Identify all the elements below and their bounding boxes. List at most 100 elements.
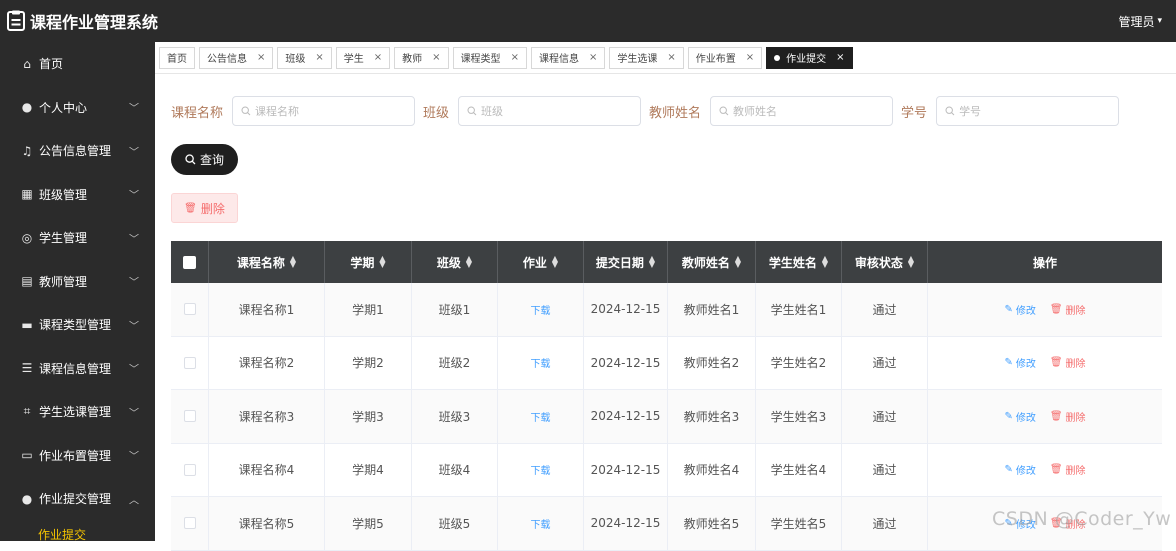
cell-value: 教师姓名2 [683, 356, 740, 371]
select-all-cell [171, 241, 209, 283]
tab-item[interactable]: 班级 × [277, 46, 332, 69]
watermark: CSDN @Coder_Yw [992, 508, 1172, 530]
cell-value: 学期1 [352, 302, 384, 317]
close-icon[interactable]: × [511, 52, 519, 63]
filter-input[interactable]: 班级 [458, 96, 642, 126]
close-icon[interactable]: × [836, 52, 844, 63]
cell-teacher: 教师姓名1 [668, 283, 756, 336]
sidebar-item[interactable]: ▬ 课程类型管理 ﹀ [0, 303, 155, 347]
close-icon[interactable]: × [746, 52, 754, 63]
close-icon[interactable]: × [667, 52, 675, 63]
table-header-cell[interactable]: 学生姓名 ▲ ▼ [756, 241, 842, 283]
delete-button[interactable]: 🗑 删除 [171, 193, 238, 223]
cell-course: 课程名称4 [209, 443, 325, 496]
edit-button[interactable]: ✎ 修改 [1004, 355, 1035, 370]
edit-button[interactable]: ✎ 修改 [1004, 302, 1035, 317]
row-select-cell [171, 283, 209, 336]
sidebar-item[interactable]: ⌂ 首页 [0, 42, 155, 86]
tab-item[interactable]: 公告信息 × [199, 46, 274, 69]
download-link[interactable]: 下载 [531, 355, 551, 370]
active-dot-icon [774, 54, 781, 61]
table-header-cell[interactable]: 学期 ▲ ▼ [325, 241, 412, 283]
row-delete-button[interactable]: 🗑 删除 [1050, 409, 1086, 424]
chevron-down-icon: ﹀ [129, 277, 139, 289]
table-header-cell[interactable]: 审核状态 ▲ ▼ [842, 241, 928, 283]
cell-class: 班级1 [412, 283, 498, 336]
edit-button[interactable]: ✎ 修改 [1004, 409, 1035, 424]
close-icon[interactable]: × [315, 52, 323, 63]
close-icon[interactable]: × [432, 52, 440, 63]
download-link[interactable]: 下载 [531, 516, 551, 531]
row-delete-button[interactable]: 🗑 删除 [1050, 462, 1086, 477]
close-icon[interactable]: × [589, 52, 597, 63]
user-menu[interactable]: 管理员 ▾ [1118, 13, 1162, 30]
chevron-down-icon: ﹀ [129, 408, 139, 420]
tab-item[interactable]: 课程信息 × [530, 46, 606, 69]
sidebar-item[interactable]: ▤ 教师管理 ﹀ [0, 260, 155, 304]
sidebar-item[interactable]: ▦ 班级管理 ﹀ [0, 173, 155, 217]
sidebar-item[interactable]: ♫ 公告信息管理 ﹀ [0, 129, 155, 173]
table-header-cell[interactable]: 教师姓名 ▲ ▼ [668, 241, 756, 283]
sidebar-item[interactable]: ● 作业提交管理 ︿ [0, 477, 155, 521]
select-all-checkbox[interactable] [183, 255, 196, 269]
cell-course: 课程名称5 [209, 497, 325, 550]
close-icon[interactable]: × [374, 52, 382, 63]
tab-item[interactable]: 课程类型 × [452, 46, 527, 69]
row-delete-button[interactable]: 🗑 删除 [1050, 302, 1086, 317]
actions-cell: ✎ 修改 🗑 删除 [928, 337, 1162, 390]
row-checkbox[interactable] [183, 356, 196, 369]
table-header-cell[interactable]: 提交日期 ▲ ▼ [584, 241, 668, 283]
chevron-down-icon: ﹀ [129, 147, 139, 159]
filter-bar: 课程名称 课程名称 班级 班级 教师姓名 教师姓名 学号 学号 [171, 96, 1127, 126]
tab-label: 公告信息 [207, 54, 247, 65]
close-icon[interactable]: × [257, 52, 265, 63]
tab-label: 作业提交 [786, 54, 827, 65]
filter-input[interactable]: 课程名称 [232, 96, 416, 126]
cell-teacher: 教师姓名5 [668, 497, 756, 550]
cell-value: 教师姓名5 [683, 516, 740, 531]
row-checkbox[interactable] [183, 303, 196, 316]
header-label: 审核状态 [854, 255, 903, 270]
tab-item[interactable]: 学生 × [335, 46, 391, 69]
download-link[interactable]: 下载 [531, 462, 551, 477]
filter-input[interactable]: 教师姓名 [710, 96, 894, 126]
tab-label: 首页 [167, 54, 187, 65]
cell-value: 班级3 [438, 409, 471, 424]
filter-input[interactable]: 学号 [936, 96, 1120, 126]
sidebar-subitem-active[interactable]: 作业提交 [0, 521, 155, 541]
edit-button[interactable]: ✎ 修改 [1004, 462, 1035, 477]
row-delete-label: 删除 [1065, 359, 1086, 371]
cell-value: 2024-12-15 [590, 302, 661, 317]
header-label: 提交日期 [595, 255, 644, 270]
sidebar-item-label: 作业布置管理 [39, 448, 112, 463]
row-delete-button[interactable]: 🗑 删除 [1050, 355, 1086, 370]
tab-item[interactable]: 首页 [159, 46, 195, 69]
user-icon: ● [21, 491, 33, 506]
tab-item[interactable]: 学生选课 × [609, 46, 684, 69]
table-header-cell[interactable]: 班级 ▲ ▼ [412, 241, 498, 283]
sidebar-item[interactable]: ● 个人中心 ﹀ [0, 86, 155, 130]
tab-item[interactable]: 作业提交 × [766, 46, 853, 69]
cell-value: 通过 [872, 463, 897, 478]
download-link[interactable]: 下载 [531, 302, 551, 317]
row-delete-label: 删除 [1065, 305, 1086, 317]
table-header-cell[interactable]: 作业 ▲ ▼ [498, 241, 584, 283]
sidebar-item[interactable]: ▭ 作业布置管理 ﹀ [0, 434, 155, 478]
sidebar-item[interactable]: ☰ 课程信息管理 ﹀ [0, 347, 155, 391]
row-checkbox[interactable] [183, 410, 196, 423]
table-header-cell[interactable]: 课程名称 ▲ ▼ [209, 241, 325, 283]
cell-value: 通过 [872, 516, 897, 531]
search-button[interactable]: 查询 [171, 144, 238, 175]
cell-status: 通过 [842, 497, 928, 550]
sidebar-item[interactable]: ◎ 学生管理 ﹀ [0, 216, 155, 260]
row-checkbox[interactable] [183, 517, 196, 530]
download-link[interactable]: 下载 [531, 409, 551, 424]
row-checkbox[interactable] [183, 463, 196, 476]
sidebar-item[interactable]: ⌗ 学生选课管理 ﹀ [0, 390, 155, 434]
tab-item[interactable]: 教师 × [394, 46, 449, 69]
cell-value: 2024-12-15 [590, 516, 661, 531]
edit-label: 修改 [1015, 359, 1036, 371]
tab-item[interactable]: 作业布置 × [687, 46, 763, 69]
edit-icon: ✎ [1004, 464, 1013, 476]
cell-value: 教师姓名4 [683, 463, 740, 478]
